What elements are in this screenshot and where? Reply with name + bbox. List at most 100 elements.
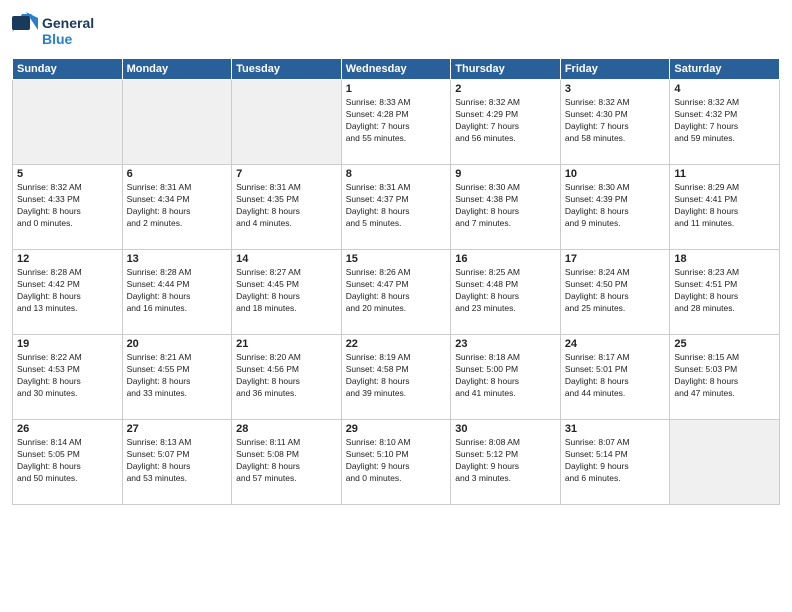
- calendar-cell: 4Sunrise: 8:32 AM Sunset: 4:32 PM Daylig…: [670, 80, 780, 165]
- day-number: 8: [346, 168, 447, 180]
- cell-text: Sunrise: 8:18 AM Sunset: 5:00 PM Dayligh…: [455, 352, 556, 400]
- calendar-cell: 18Sunrise: 8:23 AM Sunset: 4:51 PM Dayli…: [670, 250, 780, 335]
- calendar-cell: 9 Sunrise: 8:30 AM Sunset: 4:38 PM Daylig…: [451, 165, 561, 250]
- weekday-header-wednesday: Wednesday: [341, 59, 451, 80]
- cell-text: Sunrise: 8:17 AM Sunset: 5:01 PM Dayligh…: [565, 352, 666, 400]
- calendar-cell: 29 Sunrise: 8:10 AM Sunset: 5:10 PM Dayli…: [341, 420, 451, 505]
- cell-text: Sunrise: 8:07 AM Sunset: 5:14 PM Dayligh…: [565, 437, 666, 485]
- day-number: 21: [236, 338, 337, 350]
- cell-text: Sunrise: 8:11 AM Sunset: 5:08 PM Dayligh…: [236, 437, 337, 485]
- svg-text:Blue: Blue: [42, 31, 73, 47]
- calendar-cell: 5 Sunrise: 8:32 AM Sunset: 4:33 PM Daylig…: [13, 165, 123, 250]
- calendar-cell: 14 Sunrise: 8:27 AM Sunset: 4:45 PM Dayli…: [232, 250, 342, 335]
- calendar-cell: 31 Sunrise: 8:07 AM Sunset: 5:14 PM Dayli…: [560, 420, 670, 505]
- calendar-cell: 1 Sunrise: 8:33 AM Sunset: 4:28 PM Daylig…: [341, 80, 451, 165]
- calendar-cell: 17 Sunrise: 8:24 AM Sunset: 4:50 PM Dayli…: [560, 250, 670, 335]
- calendar-cell: 19 Sunrise: 8:22 AM Sunset: 4:53 PM Dayli…: [13, 335, 123, 420]
- calendar-cell: [13, 80, 123, 165]
- calendar-cell: 24 Sunrise: 8:17 AM Sunset: 5:01 PM Dayli…: [560, 335, 670, 420]
- header: General Blue: [12, 10, 780, 50]
- day-number: 28: [236, 423, 337, 435]
- day-number: 19: [17, 338, 118, 350]
- cell-text: Sunrise: 8:27 AM Sunset: 4:45 PM Dayligh…: [236, 267, 337, 315]
- cell-text: Sunrise: 8:14 AM Sunset: 5:05 PM Dayligh…: [17, 437, 118, 485]
- calendar-cell: [122, 80, 232, 165]
- calendar-cell: 21 Sunrise: 8:20 AM Sunset: 4:56 PM Dayli…: [232, 335, 342, 420]
- day-number: 1: [346, 83, 447, 95]
- calendar-cell: 13Sunrise: 8:28 AM Sunset: 4:44 PM Dayli…: [122, 250, 232, 335]
- cell-text: Sunrise: 8:22 AM Sunset: 4:53 PM Dayligh…: [17, 352, 118, 400]
- day-number: 22: [346, 338, 447, 350]
- calendar-cell: 11 Sunrise: 8:29 AM Sunset: 4:41 PM Dayli…: [670, 165, 780, 250]
- day-number: 16: [455, 253, 556, 265]
- cell-text: Sunrise: 8:24 AM Sunset: 4:50 PM Dayligh…: [565, 267, 666, 315]
- cell-text: Sunrise: 8:21 AM Sunset: 4:55 PM Dayligh…: [127, 352, 228, 400]
- day-number: 5: [17, 168, 118, 180]
- calendar-cell: 6 Sunrise: 8:31 AM Sunset: 4:34 PM Daylig…: [122, 165, 232, 250]
- svg-text:General: General: [42, 15, 94, 31]
- day-number: 25: [674, 338, 775, 350]
- cell-text: Sunrise: 8:31 AM Sunset: 4:37 PM Dayligh…: [346, 182, 447, 230]
- day-number: 6: [127, 168, 228, 180]
- weekday-header-monday: Monday: [122, 59, 232, 80]
- calendar-cell: 30Sunrise: 8:08 AM Sunset: 5:12 PM Dayli…: [451, 420, 561, 505]
- day-number: 12: [17, 253, 118, 265]
- cell-text: Sunrise: 8:10 AM Sunset: 5:10 PM Dayligh…: [346, 437, 447, 485]
- calendar-cell: 16 Sunrise: 8:25 AM Sunset: 4:48 PM Dayli…: [451, 250, 561, 335]
- weekday-header-tuesday: Tuesday: [232, 59, 342, 80]
- calendar: SundayMondayTuesdayWednesdayThursdayFrid…: [12, 58, 780, 505]
- calendar-cell: 27Sunrise: 8:13 AM Sunset: 5:07 PM Dayli…: [122, 420, 232, 505]
- day-number: 18: [674, 253, 775, 265]
- weekday-header-saturday: Saturday: [670, 59, 780, 80]
- calendar-cell: 20 Sunrise: 8:21 AM Sunset: 4:55 PM Dayli…: [122, 335, 232, 420]
- calendar-cell: 10Sunrise: 8:30 AM Sunset: 4:39 PM Dayli…: [560, 165, 670, 250]
- cell-text: Sunrise: 8:28 AM Sunset: 4:42 PM Dayligh…: [17, 267, 118, 315]
- calendar-cell: 8 Sunrise: 8:31 AM Sunset: 4:37 PM Daylig…: [341, 165, 451, 250]
- calendar-cell: 22Sunrise: 8:19 AM Sunset: 4:58 PM Dayli…: [341, 335, 451, 420]
- logo: General Blue: [12, 10, 102, 50]
- day-number: 30: [455, 423, 556, 435]
- cell-text: Sunrise: 8:20 AM Sunset: 4:56 PM Dayligh…: [236, 352, 337, 400]
- calendar-cell: [670, 420, 780, 505]
- day-number: 14: [236, 253, 337, 265]
- day-number: 2: [455, 83, 556, 95]
- cell-text: Sunrise: 8:31 AM Sunset: 4:34 PM Dayligh…: [127, 182, 228, 230]
- day-number: 9: [455, 168, 556, 180]
- week-row-0: 1 Sunrise: 8:33 AM Sunset: 4:28 PM Daylig…: [13, 80, 780, 165]
- week-row-3: 19 Sunrise: 8:22 AM Sunset: 4:53 PM Dayli…: [13, 335, 780, 420]
- cell-text: Sunrise: 8:32 AM Sunset: 4:29 PM Dayligh…: [455, 97, 556, 145]
- cell-text: Sunrise: 8:29 AM Sunset: 4:41 PM Dayligh…: [674, 182, 775, 230]
- weekday-header-row: SundayMondayTuesdayWednesdayThursdayFrid…: [13, 59, 780, 80]
- cell-text: Sunrise: 8:31 AM Sunset: 4:35 PM Dayligh…: [236, 182, 337, 230]
- calendar-cell: 12 Sunrise: 8:28 AM Sunset: 4:42 PM Dayli…: [13, 250, 123, 335]
- day-number: 24: [565, 338, 666, 350]
- day-number: 7: [236, 168, 337, 180]
- week-row-1: 5 Sunrise: 8:32 AM Sunset: 4:33 PM Daylig…: [13, 165, 780, 250]
- cell-text: Sunrise: 8:15 AM Sunset: 5:03 PM Dayligh…: [674, 352, 775, 400]
- day-number: 11: [674, 168, 775, 180]
- calendar-cell: 7 Sunrise: 8:31 AM Sunset: 4:35 PM Daylig…: [232, 165, 342, 250]
- cell-text: Sunrise: 8:33 AM Sunset: 4:28 PM Dayligh…: [346, 97, 447, 145]
- cell-text: Sunrise: 8:30 AM Sunset: 4:39 PM Dayligh…: [565, 182, 666, 230]
- day-number: 3: [565, 83, 666, 95]
- cell-text: Sunrise: 8:32 AM Sunset: 4:30 PM Dayligh…: [565, 97, 666, 145]
- week-row-4: 26Sunrise: 8:14 AM Sunset: 5:05 PM Dayli…: [13, 420, 780, 505]
- calendar-cell: [232, 80, 342, 165]
- day-number: 17: [565, 253, 666, 265]
- day-number: 29: [346, 423, 447, 435]
- weekday-header-friday: Friday: [560, 59, 670, 80]
- cell-text: Sunrise: 8:13 AM Sunset: 5:07 PM Dayligh…: [127, 437, 228, 485]
- calendar-cell: 15Sunrise: 8:26 AM Sunset: 4:47 PM Dayli…: [341, 250, 451, 335]
- week-row-2: 12 Sunrise: 8:28 AM Sunset: 4:42 PM Dayli…: [13, 250, 780, 335]
- weekday-header-sunday: Sunday: [13, 59, 123, 80]
- day-number: 31: [565, 423, 666, 435]
- cell-text: Sunrise: 8:28 AM Sunset: 4:44 PM Dayligh…: [127, 267, 228, 315]
- calendar-cell: 26Sunrise: 8:14 AM Sunset: 5:05 PM Dayli…: [13, 420, 123, 505]
- day-number: 20: [127, 338, 228, 350]
- calendar-cell: 3 Sunrise: 8:32 AM Sunset: 4:30 PM Daylig…: [560, 80, 670, 165]
- cell-text: Sunrise: 8:25 AM Sunset: 4:48 PM Dayligh…: [455, 267, 556, 315]
- cell-text: Sunrise: 8:32 AM Sunset: 4:33 PM Dayligh…: [17, 182, 118, 230]
- day-number: 23: [455, 338, 556, 350]
- cell-text: Sunrise: 8:30 AM Sunset: 4:38 PM Dayligh…: [455, 182, 556, 230]
- calendar-cell: 28 Sunrise: 8:11 AM Sunset: 5:08 PM Dayli…: [232, 420, 342, 505]
